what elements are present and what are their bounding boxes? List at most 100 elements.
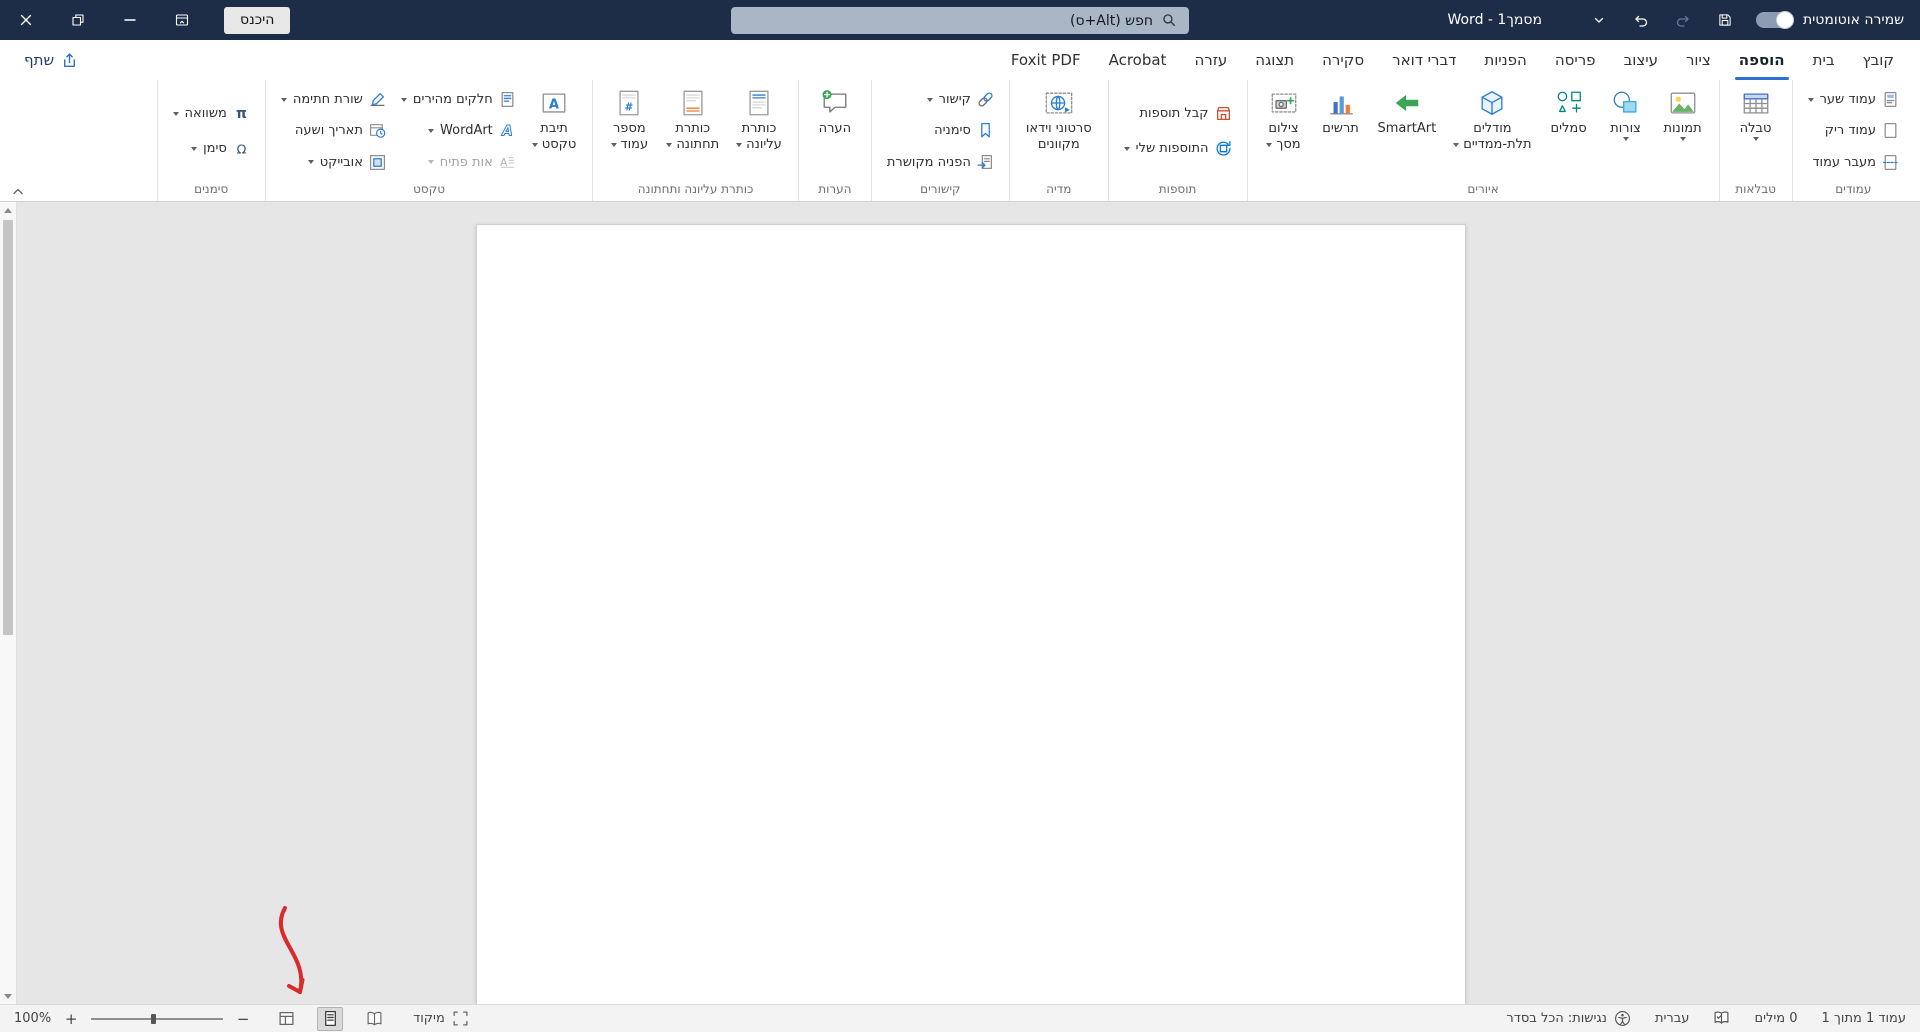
ribbon-group: קבל תוספות התוספות שלי תוספות [1107,80,1247,201]
ribbon-button[interactable]: עמוד שער [1802,89,1905,110]
save-button[interactable] [1714,6,1736,34]
word-count[interactable]: 0 מילים [1754,1011,1797,1026]
ribbon-button[interactable]: צורות [1599,83,1653,179]
ribbon-tab[interactable]: ציור [1672,40,1725,80]
ribbon-tab[interactable]: פריסה [1541,40,1610,80]
ribbon-button[interactable]: A תיבת טקסט [525,83,584,179]
chevron-down-icon [666,143,673,147]
ribbon-group: כותרת עליונה כותרת תחתונה # מספר עמוד כותרת עלי… [592,80,798,201]
print-layout-view-button[interactable] [317,1006,344,1031]
search-icon [1162,13,1177,28]
ribbon-tab[interactable]: הפניות [1470,40,1540,80]
ribbon-button[interactable]: התוספות שלי [1118,138,1238,159]
ribbon-button[interactable]: קישור [881,89,1000,110]
vertical-scrollbar[interactable] [0,202,17,1004]
redo-button[interactable] [1672,6,1694,34]
ribbon-tab[interactable]: בית [1799,40,1849,80]
ribbon-button[interactable]: כותרת תחתונה [659,83,726,179]
ribbon-group: הערה הערות [797,80,871,201]
ribbon-button-stack: קבל תוספות התוספות שלי [1118,83,1238,179]
autosave-toggle[interactable] [1755,11,1794,29]
ribbon-tab[interactable]: עזרה [1180,40,1241,80]
focus-mode-button[interactable]: מיקוד [413,1010,469,1027]
ribbon-button[interactable]: מעבר עמוד [1802,152,1905,173]
ribbon-button[interactable]: קבל תוספות [1118,103,1238,124]
ribbon-button-label: הערה [818,121,852,136]
ribbon-button[interactable]: חלקים מהירים [395,89,522,110]
accessibility-icon [1614,1010,1631,1027]
ribbon-group-label: הערות [818,182,852,196]
search-placeholder: חפש (Alt+ס) [1070,12,1153,29]
ribbon-button[interactable]: סמלים [1542,83,1596,179]
chevron-down-icon [191,146,198,151]
minimize-window-button[interactable] [104,0,156,40]
collapse-ribbon-button[interactable] [8,183,28,199]
ribbon-button[interactable]: אובייקט [275,152,392,173]
ribbon-tab[interactable]: הוספה [1725,40,1799,80]
page-indicator[interactable]: עמוד 1 מתוך 1 [1822,1011,1906,1026]
ribbon-group-label: מדיה [1046,182,1072,196]
ribbon-button[interactable]: תמונות [1656,83,1710,179]
ribbon-button[interactable]: π משוואה [167,103,256,124]
chevron-down-icon [427,160,434,165]
close-icon [19,13,33,27]
zoom-slider-thumb[interactable] [151,1013,157,1024]
ribbon-button[interactable]: מודלים תלת-ממדיים [1446,83,1538,179]
text-box-icon: A [539,88,569,118]
more-commands-button[interactable] [1588,6,1610,34]
restore-window-button[interactable] [52,0,104,40]
zoom-level-label: 100% [14,1011,52,1026]
scroll-up-button[interactable] [0,202,16,218]
ribbon-button[interactable]: עמוד ריק [1802,120,1905,141]
blank-page-icon [1882,122,1899,139]
ribbon-tab[interactable]: סקירה [1308,40,1378,80]
ribbon-button[interactable]: A אות פתיח [395,152,522,173]
sign-in-button[interactable]: היכנס [224,6,291,34]
ribbon-button[interactable]: הפניה מקושרת [881,152,1000,173]
ribbon-tab-bar: קובץ בית הוספה ציור עיצוב פריסה הפניות דברי דוא… [0,40,1920,80]
ribbon-tab[interactable]: קובץ [1849,40,1909,80]
ribbon-button[interactable]: טבלה [1729,83,1783,179]
online-video-icon [1044,88,1074,118]
ribbon-tab[interactable]: Foxit PDF [997,40,1095,80]
ribbon-button[interactable]: # מספר עמוד [602,83,656,179]
ribbon-button[interactable]: סרטוני וידאו מקוונים [1019,83,1099,179]
ribbon-button[interactable]: הערה [808,83,862,179]
zoom-in-button[interactable]: + [63,1010,79,1028]
read-mode-view-button[interactable] [361,1007,387,1031]
undo-button[interactable] [1630,6,1652,34]
ribbon-button[interactable]: סימניה [881,120,1000,141]
zoom-level[interactable]: 100% [14,1011,51,1026]
ribbon-button[interactable]: צילום מסך [1257,83,1311,179]
link-icon [977,91,994,108]
ribbon-tab[interactable]: תצוגה [1241,40,1308,80]
ribbon-button[interactable]: שורת חתימה [275,89,392,110]
ribbon-button[interactable]: תרשים [1314,83,1368,179]
zoom-out-button[interactable]: − [235,1010,251,1028]
search-box[interactable]: חפש (Alt+ס) [731,7,1189,34]
ribbon-tab[interactable]: דברי דואר [1378,40,1470,80]
share-button[interactable]: שתף [12,40,90,80]
proofing-icon [1713,1010,1730,1027]
ribbon-button[interactable]: כותרת עליונה [729,83,789,179]
accessibility-status[interactable]: נגישות: הכל בסדר [1506,1010,1631,1027]
ribbon-tab[interactable]: Acrobat [1095,40,1181,80]
ribbon-button[interactable]: תאריך ושעה [275,120,392,141]
scrollbar-thumb[interactable] [3,220,13,635]
ribbon-button[interactable]: A WordArt [395,120,522,141]
language-status[interactable]: עברית [1655,1011,1689,1026]
ribbon-display-options-button[interactable] [156,0,208,40]
scroll-down-button[interactable] [0,988,16,1004]
ribbon-button-label: צילום מסך [1266,121,1301,153]
ribbon-tab[interactable]: עיצוב [1610,40,1672,80]
zoom-slider[interactable] [91,1013,224,1024]
ribbon-button[interactable]: Ω סימן [167,138,256,159]
proofing-status[interactable] [1713,1010,1730,1027]
ribbon: עמוד שער עמוד ריק מעבר עמוד עמודים טבלה טבלאו… [0,80,1920,202]
web-layout-view-button[interactable] [273,1007,299,1031]
close-window-button[interactable] [0,0,52,40]
equation-icon: π [233,105,250,122]
language-label: עברית [1654,1011,1690,1026]
ribbon-button[interactable]: SmartArt [1371,83,1444,179]
document-page[interactable] [476,224,1466,1004]
